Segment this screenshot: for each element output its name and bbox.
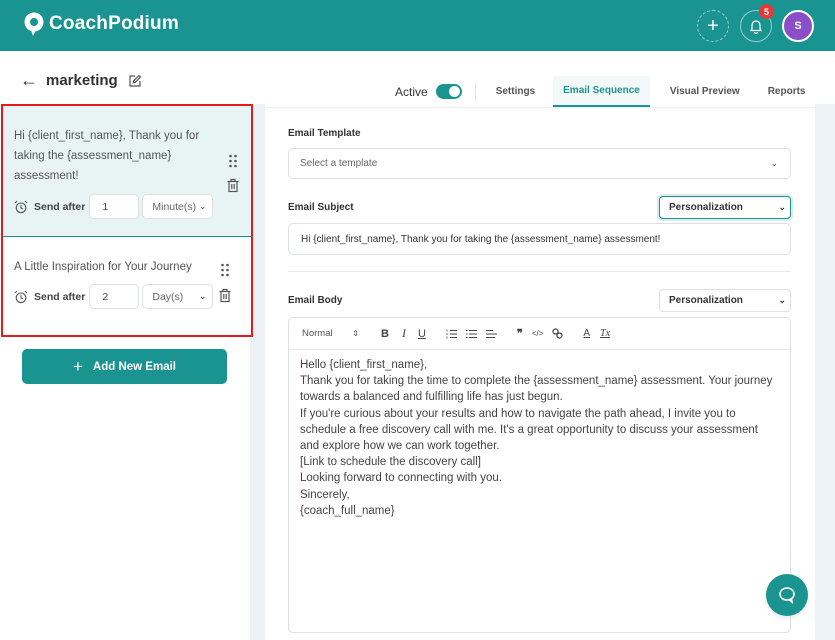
delay-unit-select[interactable]: Day(s) ⌄ <box>142 284 214 309</box>
arrow-left-icon[interactable]: ← <box>20 70 38 91</box>
blockquote-icon[interactable]: ❞ <box>517 327 523 340</box>
delay-unit-select[interactable]: Minute(s) ⌄ <box>142 194 214 219</box>
chat-bubble-icon <box>779 587 795 604</box>
email-body-content[interactable]: Hello {client_first_name}, Thank you for… <box>289 350 790 526</box>
send-after-label: Send after <box>34 200 86 213</box>
personalization-value: Personalization <box>669 295 743 306</box>
code-icon[interactable]: </> <box>532 329 544 338</box>
trash-icon[interactable] <box>218 288 232 303</box>
chevron-down-icon: ⌄ <box>198 291 207 301</box>
right-gutter <box>815 104 835 640</box>
email-item-subject: Hi {client_first_name}, Thank you for ta… <box>14 130 200 182</box>
body-line: Hello {client_first_name}, <box>300 359 428 371</box>
tab-visual-preview[interactable]: Visual Preview <box>660 76 750 107</box>
tab-settings[interactable]: Settings <box>486 76 545 107</box>
page-header: ← marketing <box>20 70 142 91</box>
page-title: marketing <box>46 72 118 89</box>
logo[interactable]: CoachPodium <box>22 11 179 37</box>
tab-reports[interactable]: Reports <box>758 76 816 107</box>
chevron-down-icon: ⌄ <box>778 295 786 305</box>
body-line: [Link to schedule the discovery call] <box>300 456 481 469</box>
plus-icon: + <box>707 14 719 37</box>
underline-icon[interactable]: U <box>418 328 426 340</box>
chevron-down-icon: ⌄ <box>778 202 786 212</box>
body-line: Sincerely, <box>300 488 350 501</box>
clear-format-icon[interactable]: Tx <box>600 328 610 339</box>
add-new-email-label: Add New Email <box>92 360 176 373</box>
body-line: Looking forward to connecting with you. <box>300 472 503 485</box>
sequence-email-item[interactable]: Hi {client_first_name}, Thank you for ta… <box>3 106 251 237</box>
up-down-icon: ⇕ <box>352 329 359 338</box>
active-toggle[interactable] <box>435 84 462 99</box>
body-personalization-select[interactable]: Personalization ⌄ <box>659 289 791 312</box>
chat-support-button[interactable] <box>766 574 808 616</box>
text-color-icon[interactable]: A <box>583 328 590 339</box>
brand-name: CoachPodium <box>49 13 179 34</box>
user-avatar[interactable]: S <box>782 10 814 42</box>
bell-icon <box>749 20 763 34</box>
delay-value-input[interactable]: 2 <box>89 284 140 309</box>
send-after-row: Send after 2 Day(s) ⌄ <box>14 284 214 309</box>
tab-bar: Active Settings Email Sequence Visual Pr… <box>390 76 816 107</box>
send-after-label: Send after <box>34 290 86 303</box>
delay-unit-value: Minute(s) <box>152 200 197 213</box>
link-icon[interactable] <box>552 328 564 339</box>
tab-email-sequence[interactable]: Email Sequence <box>553 76 650 107</box>
subject-personalization-select[interactable]: Personalization ⌄ <box>659 196 791 219</box>
edit-icon[interactable] <box>128 74 142 88</box>
body-line: If you're curious about your results and… <box>300 407 758 453</box>
italic-icon[interactable]: I <box>402 326 406 341</box>
format-select[interactable]: Normal ⇕ <box>302 328 362 339</box>
chevron-down-icon: ⌄ <box>198 201 207 211</box>
bullet-list-icon[interactable] <box>465 329 477 339</box>
ordered-list-icon[interactable] <box>446 329 457 339</box>
drag-handle-icon[interactable] <box>228 154 238 168</box>
tab-divider <box>474 82 476 101</box>
email-template-label: Email Template <box>288 128 361 139</box>
alarm-clock-icon <box>14 290 28 303</box>
template-placeholder: Select a template <box>300 158 378 169</box>
sequence-email-item[interactable]: A Little Inspiration for Your Journey Se… <box>3 237 251 335</box>
email-subject-label: Email Subject <box>288 202 354 213</box>
email-subject-input[interactable]: Hi {client_first_name}, Thank you for ta… <box>288 223 791 255</box>
rich-text-editor: Normal ⇕ B I U ❞ </> A Tx Hello {client_… <box>288 317 791 633</box>
format-value: Normal <box>302 328 333 339</box>
editor-toolbar: Normal ⇕ B I U ❞ </> A Tx <box>289 318 790 350</box>
chevron-down-icon: ⌄ <box>770 158 778 168</box>
plus-icon: + <box>72 356 83 376</box>
delay-unit-value: Day(s) <box>152 290 184 303</box>
drag-handle-icon[interactable] <box>220 263 230 277</box>
send-after-row: Send after 1 Minute(s) ⌄ <box>14 194 214 219</box>
notification-badge: 5 <box>759 4 774 19</box>
body-line: Thank you for taking the time to complet… <box>300 375 773 404</box>
email-template-select[interactable]: Select a template ⌄ <box>288 148 791 179</box>
email-sequence-list: Hi {client_first_name}, Thank you for ta… <box>1 104 253 337</box>
bold-icon[interactable]: B <box>381 328 389 340</box>
active-label: Active <box>395 84 428 99</box>
trash-icon[interactable] <box>226 178 240 193</box>
add-new-email-button[interactable]: + Add New Email <box>22 349 227 384</box>
add-button[interactable]: + <box>697 10 729 42</box>
email-item-subject: A Little Inspiration for Your Journey <box>14 261 192 273</box>
body-line: {coach_full_name} <box>300 504 395 517</box>
delay-value-input[interactable]: 1 <box>89 194 140 219</box>
section-divider <box>288 271 791 272</box>
email-body-label: Email Body <box>288 295 343 306</box>
align-icon[interactable] <box>485 329 497 339</box>
alarm-clock-icon <box>14 200 28 213</box>
top-navbar: CoachPodium + 5 S <box>0 0 835 51</box>
personalization-value: Personalization <box>669 202 743 213</box>
chat-bubble-logo-icon <box>24 12 44 36</box>
